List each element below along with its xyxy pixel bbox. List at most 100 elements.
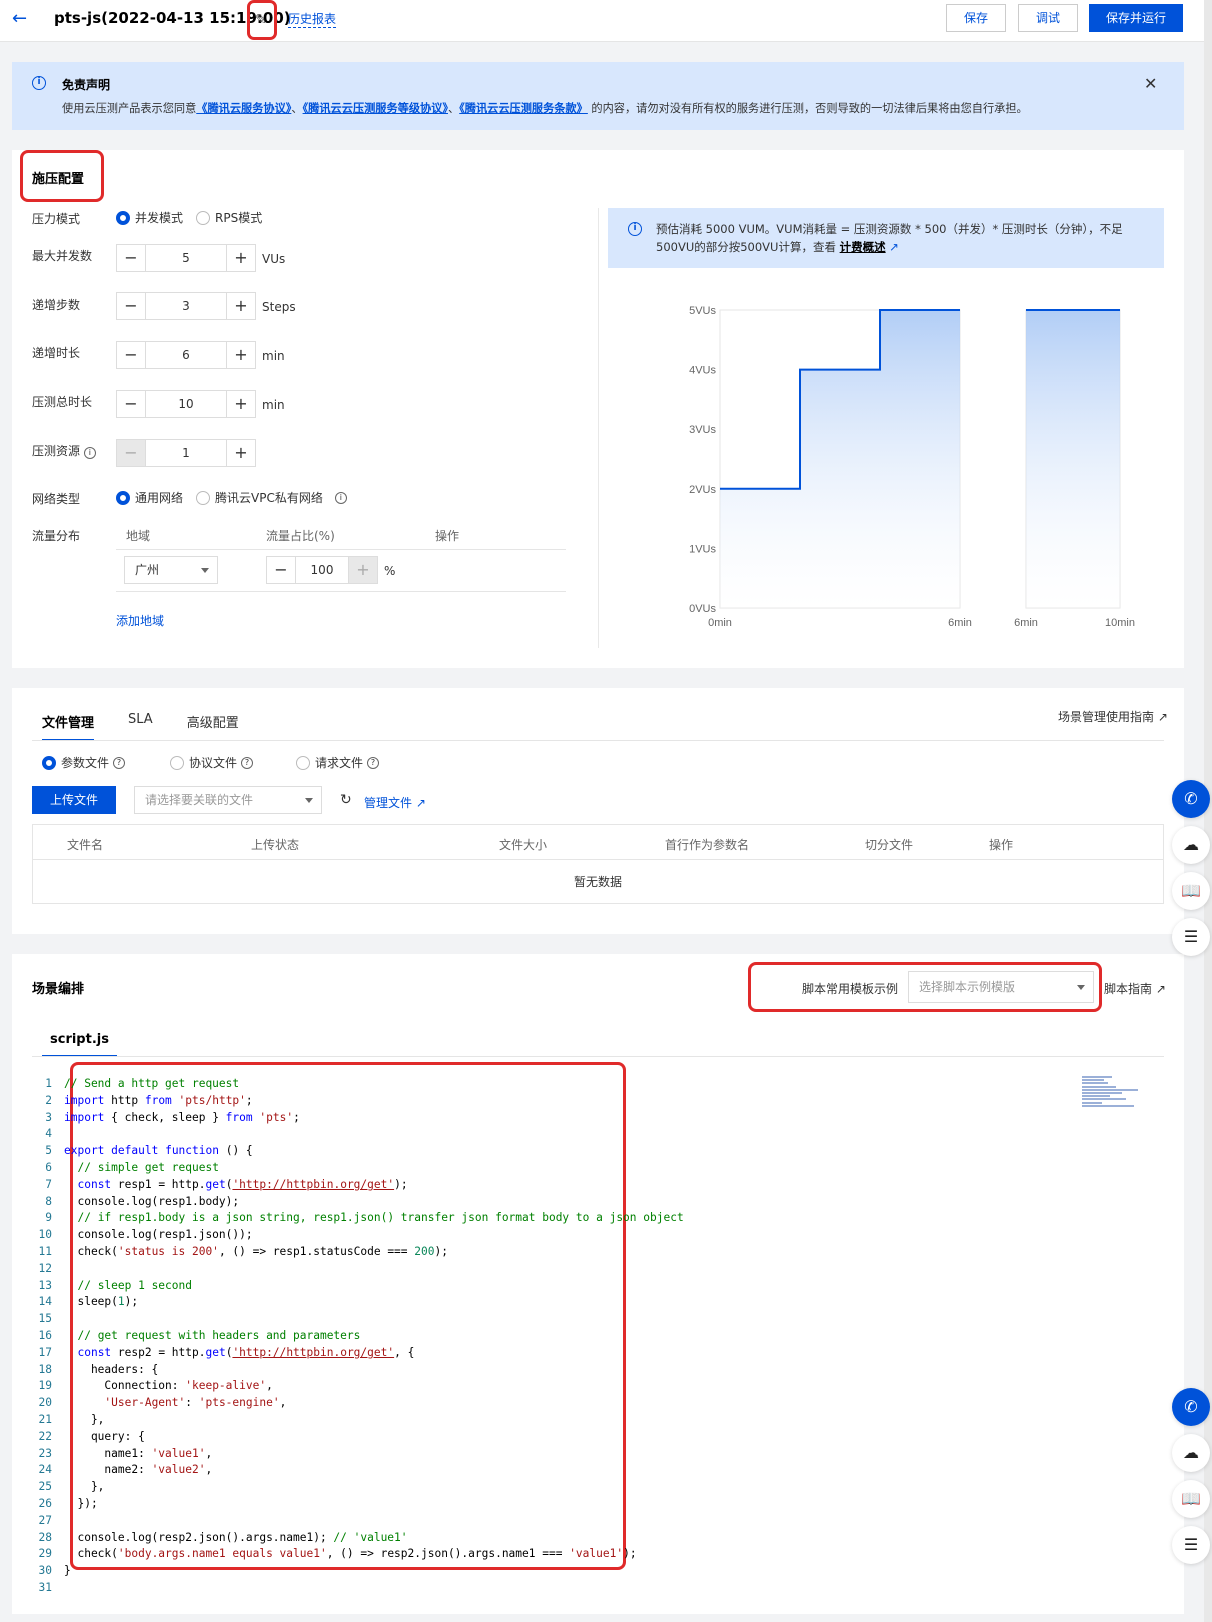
code-line[interactable]: 12: [30, 1261, 1080, 1278]
list-icon[interactable]: ☰: [1172, 1526, 1210, 1564]
param-file-radio[interactable]: 参数文件?: [42, 754, 126, 771]
minus-icon[interactable]: −: [117, 245, 145, 271]
code-line[interactable]: 30}: [30, 1563, 1080, 1580]
code-line[interactable]: 21 },: [30, 1412, 1080, 1429]
ramp-stepper[interactable]: −6 +: [116, 341, 256, 369]
code-line[interactable]: 27: [30, 1513, 1080, 1530]
help-icon[interactable]: ?: [241, 756, 254, 769]
add-region-link[interactable]: 添加地域: [116, 612, 164, 629]
code-text[interactable]: },: [64, 1479, 104, 1496]
info-icon[interactable]: i: [334, 491, 347, 504]
resource-stepper[interactable]: −1 +: [116, 439, 256, 467]
debug-button[interactable]: 调试: [1018, 4, 1078, 32]
code-line[interactable]: 3 import { check, sleep } from 'pts';: [30, 1110, 1080, 1127]
edit-title-button[interactable]: ✎: [247, 0, 277, 40]
code-line[interactable]: 26 });: [30, 1496, 1080, 1513]
tab-sla[interactable]: SLA: [128, 712, 153, 741]
code-line[interactable]: 31: [30, 1580, 1080, 1597]
template-select[interactable]: 选择脚本示例模版: [908, 971, 1094, 1003]
total-duration-stepper[interactable]: −10 +: [116, 390, 256, 418]
code-line[interactable]: 19 Connection: 'keep-alive',: [30, 1378, 1080, 1395]
code-text[interactable]: console.log(resp2.json().args.name1); //…: [64, 1530, 407, 1547]
code-line[interactable]: 20 'User-Agent': 'pts-engine',: [30, 1395, 1080, 1412]
upload-file-button[interactable]: 上传文件: [32, 786, 116, 814]
code-text[interactable]: headers: {: [64, 1362, 158, 1379]
plus-icon[interactable]: +: [227, 293, 255, 319]
billing-overview-link[interactable]: 计费概述: [840, 240, 886, 254]
code-minimap[interactable]: [1082, 1076, 1140, 1116]
code-line[interactable]: 11 check('status is 200', () => resp1.st…: [30, 1244, 1080, 1261]
book-icon[interactable]: 📖: [1172, 1480, 1210, 1518]
cloud-icon[interactable]: ☁: [1172, 826, 1210, 864]
back-arrow-icon[interactable]: ←: [12, 9, 36, 29]
code-text[interactable]: // get request with headers and paramete…: [64, 1328, 360, 1345]
code-text[interactable]: check('status is 200', () => resp1.statu…: [64, 1244, 448, 1261]
code-line[interactable]: 17 const resp2 = http.get('http://httpbi…: [30, 1345, 1080, 1362]
code-line[interactable]: 9 // if resp1.body is a json string, res…: [30, 1210, 1080, 1227]
code-text[interactable]: });: [64, 1496, 97, 1513]
file-select[interactable]: 请选择要关联的文件: [134, 786, 322, 814]
minus-icon[interactable]: −: [267, 557, 295, 583]
service-agreement-link[interactable]: 《腾讯云服务协议》: [196, 102, 291, 115]
code-line[interactable]: 1 // Send a http get request: [30, 1076, 1080, 1093]
code-line[interactable]: 25 },: [30, 1479, 1080, 1496]
ratio-stepper[interactable]: −100 +: [266, 556, 378, 584]
code-line[interactable]: 22 query: {: [30, 1429, 1080, 1446]
code-text[interactable]: export default function () {: [64, 1143, 253, 1160]
headset-icon[interactable]: ✆: [1172, 1388, 1210, 1426]
code-line[interactable]: 14 sleep(1);: [30, 1294, 1080, 1311]
code-line[interactable]: 13 // sleep 1 second: [30, 1278, 1080, 1295]
plus-icon[interactable]: +: [227, 391, 255, 417]
plus-icon[interactable]: +: [227, 245, 255, 271]
code-text[interactable]: // if resp1.body is a json string, resp1…: [64, 1210, 683, 1227]
script-guide-link[interactable]: 脚本指南 ↗: [1104, 980, 1166, 997]
code-line[interactable]: 4: [30, 1126, 1080, 1143]
minus-icon[interactable]: −: [117, 391, 145, 417]
code-line[interactable]: 6 // simple get request: [30, 1160, 1080, 1177]
code-text[interactable]: check('body.args.name1 equals value1', (…: [64, 1546, 636, 1563]
region-select[interactable]: 广州: [124, 556, 218, 584]
code-text[interactable]: const resp2 = http.get('http://httpbin.o…: [64, 1345, 414, 1362]
refresh-icon[interactable]: ↻: [340, 792, 352, 808]
code-line[interactable]: 16 // get request with headers and param…: [30, 1328, 1080, 1345]
code-text[interactable]: sleep(1);: [64, 1294, 138, 1311]
code-line[interactable]: 28 console.log(resp2.json().args.name1);…: [30, 1530, 1080, 1547]
code-text[interactable]: }: [64, 1563, 71, 1580]
cloud-icon[interactable]: ☁: [1172, 1434, 1210, 1472]
code-line[interactable]: 29 check('body.args.name1 equals value1'…: [30, 1546, 1080, 1563]
mode-concurrent-radio[interactable]: 并发模式: [116, 209, 183, 226]
save-button[interactable]: 保存: [946, 4, 1006, 32]
plus-icon[interactable]: +: [227, 342, 255, 368]
code-line[interactable]: 5 export default function () {: [30, 1143, 1080, 1160]
code-text[interactable]: name2: 'value2',: [64, 1462, 212, 1479]
code-text[interactable]: 'User-Agent': 'pts-engine',: [64, 1395, 286, 1412]
tab-file-management[interactable]: 文件管理: [42, 712, 95, 741]
max-concurrency-stepper[interactable]: −5 +: [116, 244, 256, 272]
book-icon[interactable]: 📖: [1172, 872, 1210, 910]
code-line[interactable]: 2 import http from 'pts/http';: [30, 1093, 1080, 1110]
protocol-file-radio[interactable]: 协议文件?: [170, 754, 254, 771]
history-report-link[interactable]: 历史报表: [288, 10, 337, 28]
manage-files-link[interactable]: 管理文件 ↗: [364, 794, 426, 811]
code-text[interactable]: console.log(resp1.json());: [64, 1227, 252, 1244]
sla-agreement-link[interactable]: 《腾讯云云压测服务等级协议》: [303, 102, 448, 115]
minus-icon[interactable]: −: [117, 293, 145, 319]
scene-guide-link[interactable]: 场景管理使用指南 ↗: [1058, 708, 1168, 725]
code-text[interactable]: console.log(resp1.body);: [64, 1194, 239, 1211]
code-text[interactable]: query: {: [64, 1429, 145, 1446]
code-text[interactable]: // simple get request: [64, 1160, 218, 1177]
code-text[interactable]: Connection: 'keep-alive',: [64, 1378, 272, 1395]
steps-stepper[interactable]: −3 +: [116, 292, 256, 320]
network-vpc-radio[interactable]: 腾讯云VPC私有网络 i: [196, 489, 347, 506]
minus-icon[interactable]: −: [117, 342, 145, 368]
code-line[interactable]: 24 name2: 'value2',: [30, 1462, 1080, 1479]
code-line[interactable]: 7 const resp1 = http.get('http://httpbin…: [30, 1177, 1080, 1194]
code-text[interactable]: import { check, sleep } from 'pts';: [64, 1110, 300, 1127]
code-text[interactable]: // Send a http get request: [64, 1076, 239, 1093]
code-text[interactable]: name1: 'value1',: [64, 1446, 212, 1463]
code-line[interactable]: 15: [30, 1311, 1080, 1328]
plus-icon[interactable]: +: [227, 440, 255, 466]
code-line[interactable]: 8 console.log(resp1.body);: [30, 1194, 1080, 1211]
code-line[interactable]: 23 name1: 'value1',: [30, 1446, 1080, 1463]
code-text[interactable]: const resp1 = http.get('http://httpbin.o…: [64, 1177, 407, 1194]
